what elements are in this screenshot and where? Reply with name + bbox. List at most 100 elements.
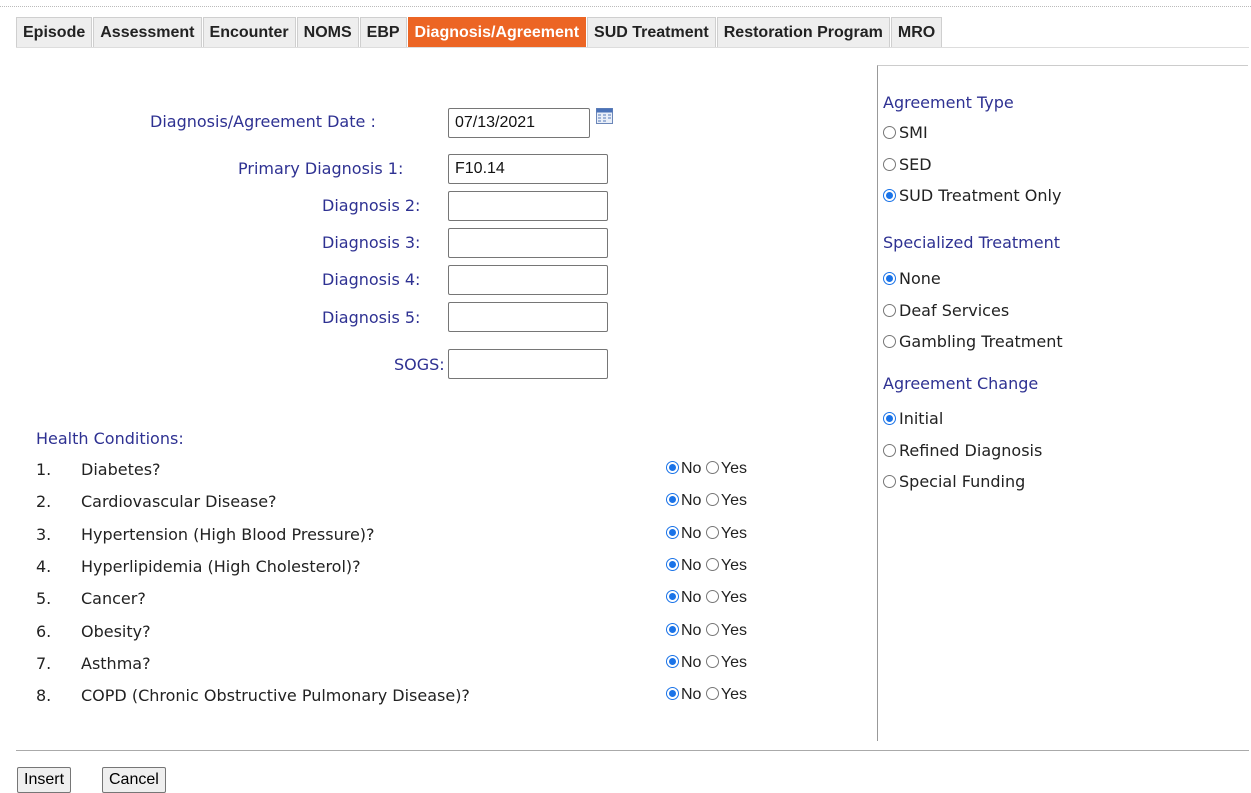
- no-radio[interactable]: [666, 622, 679, 636]
- no-label: No: [681, 492, 702, 510]
- agreement-change-radio[interactable]: [883, 475, 896, 488]
- tab-bar: Episode Assessment Encounter NOMS EBP Di…: [16, 17, 943, 47]
- sogs-input[interactable]: [448, 349, 608, 379]
- tab-episode[interactable]: Episode: [16, 17, 93, 47]
- condition-number: 5.: [36, 589, 52, 609]
- condition-answer: No Yes: [666, 492, 747, 510]
- yes-radio[interactable]: [705, 590, 719, 604]
- condition-label: Cancer?: [81, 589, 146, 609]
- no-label: No: [681, 524, 702, 542]
- health-conditions-title: Health Conditions:: [36, 429, 184, 448]
- yes-label: Yes: [720, 460, 748, 477]
- specialized-treatment-option-label: None: [899, 269, 941, 288]
- diagnosis-2-label: Diagnosis 2:: [322, 196, 421, 215]
- no-label: No: [681, 686, 702, 704]
- tab-ebp[interactable]: EBP: [359, 17, 407, 47]
- agreement-type-radio[interactable]: [883, 157, 896, 171]
- no-label: No: [681, 653, 702, 671]
- agreement-type-option[interactable]: SMI: [883, 123, 928, 142]
- agreement-type-title: Agreement Type: [883, 93, 1014, 112]
- health-condition-row: 5. Cancer? No Yes: [36, 589, 796, 613]
- agreement-change-option[interactable]: Special Funding: [883, 472, 1025, 491]
- diagnosis-3-input[interactable]: [448, 228, 608, 258]
- agreement-change-radio[interactable]: [883, 443, 896, 457]
- tab-diagnosis-agreement[interactable]: Diagnosis/Agreement: [407, 17, 587, 47]
- agreement-type-option[interactable]: SUD Treatment Only: [883, 186, 1061, 205]
- condition-number: 8.: [36, 686, 52, 706]
- calendar-icon[interactable]: [596, 108, 613, 124]
- specialized-treatment-option[interactable]: None: [883, 269, 941, 288]
- condition-number: 2.: [36, 492, 52, 512]
- no-radio[interactable]: [666, 654, 679, 668]
- health-condition-row: 6. Obesity? No Yes: [36, 622, 796, 646]
- agreement-change-option-label: Special Funding: [899, 472, 1026, 491]
- agreement-change-option[interactable]: Initial: [883, 409, 943, 428]
- yes-label: Yes: [720, 556, 748, 574]
- yes-radio[interactable]: [705, 687, 719, 701]
- agreement-type-radio[interactable]: [883, 126, 896, 139]
- yes-radio[interactable]: [705, 461, 719, 474]
- no-radio[interactable]: [666, 525, 679, 539]
- tab-restoration-program[interactable]: Restoration Program: [716, 17, 890, 47]
- yes-radio[interactable]: [705, 525, 719, 539]
- condition-answer: No Yes: [666, 557, 747, 575]
- yes-radio[interactable]: [705, 493, 719, 507]
- sogs-label: SOGS:: [394, 355, 445, 374]
- specialized-treatment-option[interactable]: Deaf Services: [883, 301, 1009, 320]
- specialized-treatment-radio[interactable]: [883, 303, 896, 317]
- tab-mro[interactable]: MRO: [890, 17, 943, 47]
- no-radio[interactable]: [666, 493, 679, 507]
- yes-radio[interactable]: [705, 557, 719, 571]
- condition-label: Diabetes?: [81, 460, 161, 479]
- condition-label: Hyperlipidemia (High Cholesterol)?: [81, 556, 361, 576]
- condition-label: COPD (Chronic Obstructive Pulmonary Dise…: [81, 686, 470, 706]
- agreement-change-radio[interactable]: [883, 412, 896, 425]
- yes-label: Yes: [720, 589, 748, 607]
- condition-number: 7.: [36, 653, 52, 673]
- cancel-button[interactable]: Cancel: [102, 767, 166, 793]
- no-radio[interactable]: [666, 687, 679, 701]
- condition-answer: No Yes: [666, 622, 747, 640]
- no-radio[interactable]: [666, 557, 679, 571]
- agreement-type-radio[interactable]: [883, 189, 896, 202]
- diagnosis-2-input[interactable]: [448, 191, 608, 221]
- agreement-date-input[interactable]: [448, 108, 590, 138]
- specialized-treatment-option[interactable]: Gambling Treatment: [883, 332, 1063, 351]
- no-radio[interactable]: [666, 461, 679, 474]
- no-label: No: [681, 589, 702, 607]
- specialized-treatment-radio[interactable]: [883, 335, 896, 348]
- tab-encounter[interactable]: Encounter: [202, 17, 296, 47]
- primary-diagnosis-label: Primary Diagnosis 1:: [238, 159, 404, 178]
- condition-answer: No Yes: [666, 654, 747, 672]
- no-label: No: [681, 621, 702, 639]
- agreement-change-option[interactable]: Refined Diagnosis: [883, 441, 1042, 460]
- agreement-options-panel: Agreement Type SMI SED SUD Treatment Only …: [877, 65, 1248, 741]
- footer-divider: [16, 750, 1249, 751]
- agreement-type-option[interactable]: SED: [883, 155, 932, 174]
- yes-radio[interactable]: [705, 622, 719, 636]
- agreement-change-option-label: Refined Diagnosis: [899, 440, 1043, 460]
- diagnosis-4-input[interactable]: [448, 265, 608, 295]
- condition-answer: No Yes: [666, 686, 747, 704]
- yes-label: Yes: [720, 653, 748, 671]
- condition-answer: No Yes: [666, 589, 747, 607]
- diagnosis-5-input[interactable]: [448, 302, 608, 332]
- agreement-type-option-label: SUD Treatment Only: [899, 186, 1062, 205]
- no-radio[interactable]: [666, 590, 679, 604]
- tab-noms[interactable]: NOMS: [296, 17, 359, 47]
- health-condition-row: 2. Cardiovascular Disease? No Yes: [36, 492, 796, 516]
- specialized-treatment-radio[interactable]: [883, 272, 896, 285]
- condition-label: Cardiovascular Disease?: [81, 492, 277, 512]
- tab-assessment[interactable]: Assessment: [93, 17, 202, 47]
- primary-diagnosis-input[interactable]: [448, 154, 608, 184]
- condition-number: 6.: [36, 621, 52, 641]
- yes-label: Yes: [720, 492, 748, 510]
- date-label: Diagnosis/Agreement Date :: [150, 112, 376, 131]
- health-condition-row: 4. Hyperlipidemia (High Cholesterol)? No Y…: [36, 557, 796, 581]
- health-condition-row: 1. Diabetes? No Yes: [36, 460, 796, 484]
- tab-sud-treatment[interactable]: SUD Treatment: [587, 17, 716, 47]
- no-label: No: [681, 460, 702, 477]
- condition-answer: No Yes: [666, 460, 747, 478]
- yes-radio[interactable]: [705, 654, 719, 668]
- insert-button[interactable]: Insert: [17, 767, 72, 793]
